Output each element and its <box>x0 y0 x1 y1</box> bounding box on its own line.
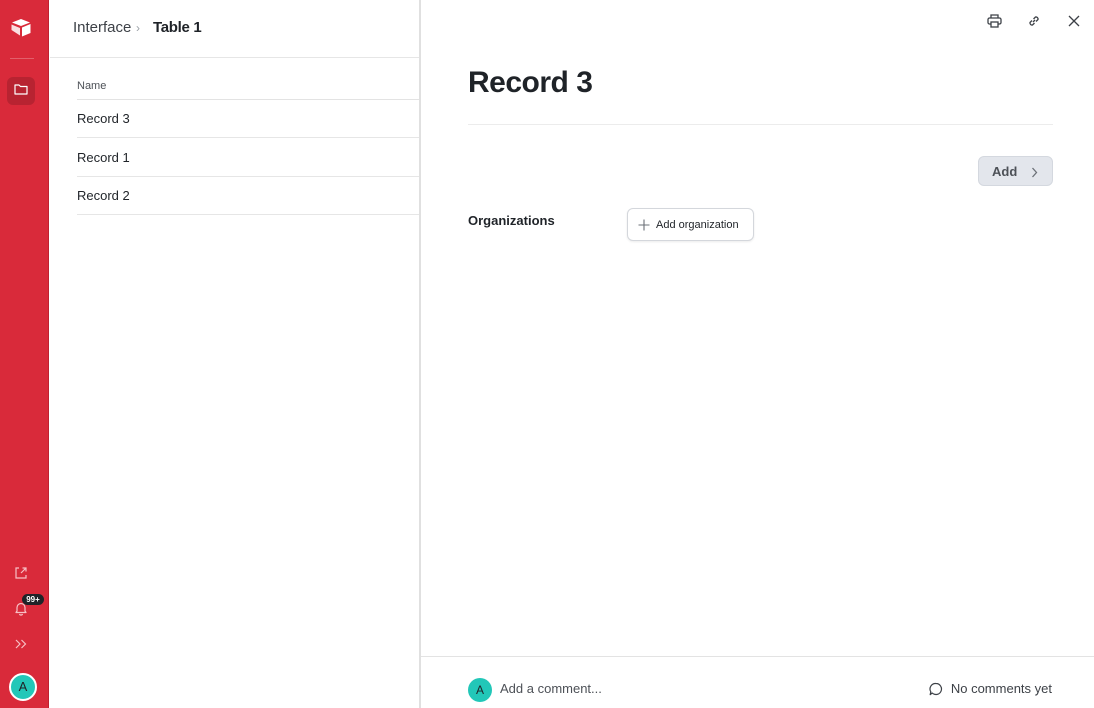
comment-input[interactable] <box>500 681 800 696</box>
breadcrumb: Interface › Table 1 <box>50 0 420 58</box>
folder-icon <box>14 82 28 100</box>
table-row[interactable]: Record 2 <box>77 177 420 215</box>
close-icon[interactable] <box>1064 11 1084 31</box>
notifications-badge: 99+ <box>22 594 44 605</box>
title-divider <box>468 124 1053 125</box>
table-panel: Interface › Table 1 Name Record 3 Record… <box>50 0 420 708</box>
column-header-name[interactable]: Name <box>77 80 106 92</box>
print-icon[interactable] <box>984 11 1004 31</box>
table-row[interactable]: Record 1 <box>77 139 420 177</box>
breadcrumb-current[interactable]: Table 1 <box>153 19 202 37</box>
add-button-label: Add <box>992 163 1018 179</box>
comments-status: No comments yet <box>929 681 1052 696</box>
app-rail: 99+ A <box>0 0 49 708</box>
chevron-right-icon <box>1031 166 1038 181</box>
record-detail-panel: Record 3 Add Organizations Add organizat… <box>421 0 1094 708</box>
airtable-logo-icon[interactable] <box>10 18 32 38</box>
comment-bar: A No comments yet <box>421 656 1094 708</box>
rail-divider <box>10 58 34 59</box>
add-button[interactable]: Add <box>978 156 1053 186</box>
record-title[interactable]: Record 3 <box>468 66 593 100</box>
share-icon[interactable] <box>12 564 30 582</box>
add-organization-button[interactable]: Add organization <box>627 208 754 241</box>
breadcrumb-separator-icon: › <box>136 21 140 35</box>
breadcrumb-parent[interactable]: Interface <box>73 19 131 37</box>
table-row[interactable]: Record 3 <box>77 100 420 138</box>
user-avatar[interactable]: A <box>9 673 37 701</box>
double-chevron-right-icon[interactable] <box>12 635 30 653</box>
comment-avatar: A <box>468 678 492 702</box>
comment-bubble-icon <box>929 682 943 696</box>
add-organization-label: Add organization <box>656 218 739 231</box>
comments-status-text: No comments yet <box>950 681 1052 696</box>
plus-icon <box>638 219 650 231</box>
link-icon[interactable] <box>1024 11 1044 31</box>
folder-button[interactable] <box>7 77 35 105</box>
field-label-organizations: Organizations <box>468 213 555 228</box>
